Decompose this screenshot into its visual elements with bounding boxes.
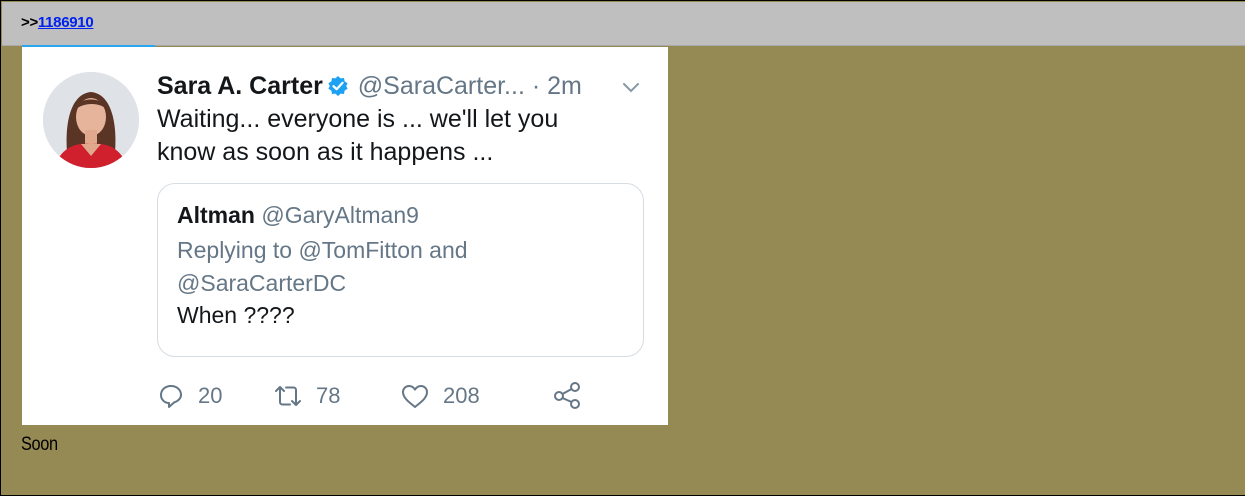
avatar-portrait-image bbox=[43, 72, 139, 168]
tweet-text-line: know as soon as it happens ... bbox=[157, 138, 494, 166]
quoted-author-name: Altman bbox=[177, 202, 255, 228]
like-action[interactable]: 208 bbox=[400, 381, 480, 411]
quoted-author-line: Altman @GaryAltman9 bbox=[177, 202, 419, 229]
reply-reference: >>1186910 bbox=[21, 14, 94, 31]
post-header: >>1186910 bbox=[2, 2, 1245, 46]
chevron-down-icon[interactable] bbox=[622, 81, 640, 99]
tweet-text-line: Waiting... everyone is ... we'll let you bbox=[157, 105, 559, 133]
tweet-text: Waiting... everyone is ... we'll let you… bbox=[157, 103, 637, 169]
reply-prefix: >> bbox=[21, 14, 38, 31]
reply-link[interactable]: 1186910 bbox=[38, 14, 94, 31]
reply-icon bbox=[160, 385, 182, 408]
reply-count: 20 bbox=[198, 383, 223, 408]
tweet-author-line: Sara A. Carter @SaraCarter... · 2m bbox=[157, 72, 582, 104]
tweet-time[interactable]: · 2m bbox=[532, 72, 582, 100]
replying-to-line: Replying to @TomFitton and bbox=[177, 237, 468, 263]
retweet-icon bbox=[275, 386, 301, 406]
retweet-action[interactable]: 78 bbox=[273, 381, 340, 411]
tweet-screenshot: Sara A. Carter @SaraCarter... · 2m Waiti… bbox=[22, 47, 668, 425]
share-action[interactable] bbox=[553, 381, 583, 409]
like-icon bbox=[402, 385, 428, 408]
quoted-tweet-text: When ???? bbox=[177, 302, 295, 328]
retweet-count: 78 bbox=[316, 383, 341, 408]
imageboard-post: >>1186910 Sara A. Carter @SaraCarter... … bbox=[0, 0, 1245, 496]
author-name[interactable]: Sara A. Carter bbox=[157, 72, 323, 100]
like-count: 208 bbox=[443, 383, 480, 408]
post-message: Soon bbox=[21, 434, 58, 455]
quoted-author-handle: @GaryAltman9 bbox=[261, 202, 419, 228]
author-handle[interactable]: @SaraCarter... bbox=[358, 72, 525, 100]
tweet-actions: 20 78 208 bbox=[157, 381, 627, 417]
share-icon bbox=[554, 382, 580, 409]
avatar[interactable] bbox=[43, 72, 139, 168]
quoted-tweet[interactable]: Altman @GaryAltman9 Replying to @TomFitt… bbox=[157, 183, 644, 357]
verified-badge-icon bbox=[327, 75, 349, 104]
quoted-replying-to: Replying to @TomFitton and @SaraCarterDC bbox=[177, 234, 577, 300]
replying-to-line: @SaraCarterDC bbox=[177, 270, 347, 296]
reply-action[interactable]: 20 bbox=[157, 381, 222, 411]
